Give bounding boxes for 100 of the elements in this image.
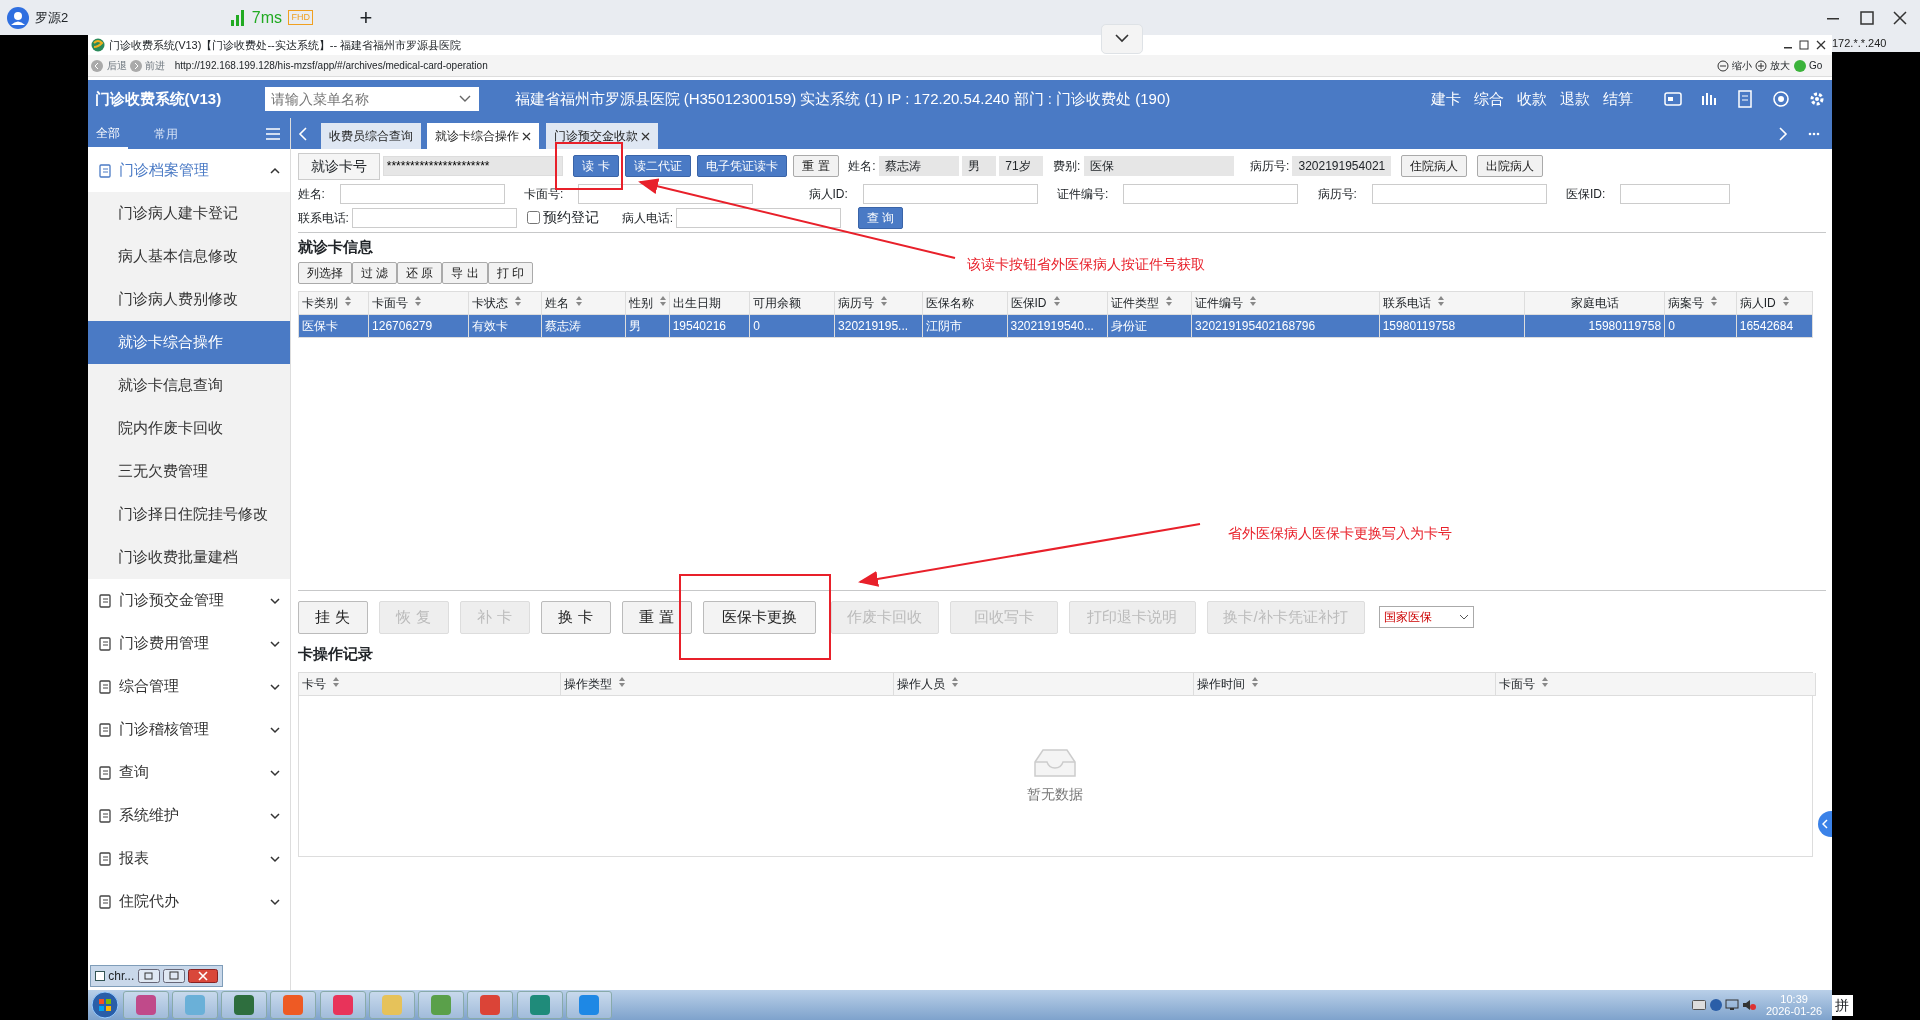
card-action-button[interactable]: 读 卡 xyxy=(573,155,619,178)
patient-filter-button[interactable]: 出院病人 xyxy=(1476,155,1543,178)
toolbar-button[interactable]: 列选择 xyxy=(297,262,352,284)
sort-icon[interactable] xyxy=(1249,294,1258,307)
column-header[interactable]: 可用余额 xyxy=(749,291,835,314)
column-header[interactable]: 出生日期 xyxy=(669,291,750,314)
volume-muted-icon[interactable] xyxy=(1742,999,1757,1011)
column-header[interactable]: 医保ID xyxy=(1007,291,1108,314)
taskbar-app-icon[interactable] xyxy=(368,991,415,1019)
card-action-button[interactable]: 读二代证 xyxy=(624,155,691,178)
maximize-icon[interactable] xyxy=(162,969,185,983)
sort-icon[interactable] xyxy=(1052,294,1061,307)
input-field[interactable] xyxy=(339,183,505,204)
sort-icon[interactable] xyxy=(951,676,959,689)
table-row[interactable]: 医保卡 126706279 有效卡 蔡志涛 男 19540216 0 320219195... 江阴市 32021919540... 身份证 320219195402168796 15980119758 15980119758 0 16542684 xyxy=(298,314,1812,337)
sort-icon[interactable] xyxy=(618,676,626,689)
back-button[interactable]: 后退 xyxy=(106,58,127,73)
card-icon[interactable] xyxy=(1663,90,1682,108)
chevron-right-icon[interactable] xyxy=(1778,127,1789,141)
go-button[interactable]: Go xyxy=(1808,58,1823,73)
column-header[interactable]: 病案号 xyxy=(1664,291,1737,314)
sidebar-item[interactable]: 门诊病人建卡登记 xyxy=(88,192,290,235)
keyboard-icon[interactable] xyxy=(1692,1000,1707,1010)
card-action-button[interactable]: 电子凭证读卡 xyxy=(697,155,788,178)
card-operation-button[interactable]: 挂 失 xyxy=(297,600,368,634)
sort-icon[interactable] xyxy=(1541,676,1549,689)
close-icon[interactable] xyxy=(188,969,218,983)
close-icon[interactable] xyxy=(640,131,650,141)
taskbar-app-icon[interactable] xyxy=(171,991,218,1019)
column-header[interactable]: 操作人员 xyxy=(893,673,1194,696)
taskbar-app-icon[interactable] xyxy=(516,991,563,1019)
taskbar-app-icon[interactable] xyxy=(221,991,267,1019)
header-action-link[interactable]: 综合 xyxy=(1473,87,1504,111)
header-action-link[interactable]: 建卡 xyxy=(1430,87,1461,111)
restore-icon[interactable] xyxy=(137,969,160,983)
input-field[interactable] xyxy=(352,207,518,228)
header-action-link[interactable]: 结算 xyxy=(1602,87,1633,111)
toolbar-button[interactable]: 打 印 xyxy=(487,262,533,284)
zoom-in-icon[interactable] xyxy=(1755,59,1768,72)
sidebar-item[interactable]: 就诊卡信息查询 xyxy=(88,364,290,407)
column-header[interactable]: 操作时间 xyxy=(1193,673,1496,696)
header-action-link[interactable]: 收款 xyxy=(1516,87,1547,111)
taskbar-app-icon[interactable] xyxy=(122,991,169,1019)
close-icon[interactable] xyxy=(522,131,532,141)
document-icon[interactable] xyxy=(1735,90,1754,108)
column-header[interactable]: 性别 xyxy=(625,291,670,314)
sidebar-item[interactable]: 门诊收费批量建档 xyxy=(88,536,290,579)
close-icon[interactable] xyxy=(1815,40,1826,50)
query-button[interactable]: 查 询 xyxy=(857,206,904,229)
sort-icon[interactable] xyxy=(574,294,583,307)
appointment-checkbox[interactable] xyxy=(526,211,540,225)
address-text[interactable]: http://192.168.199.128/his-mzsf/app/#/archives/medical-card-operation xyxy=(174,58,488,73)
page-tab[interactable]: 就诊卡综合操作 xyxy=(427,123,540,149)
sort-icon[interactable] xyxy=(1710,294,1719,307)
card-number-field[interactable]: ********************** xyxy=(382,156,563,177)
toolbar-button[interactable]: 导 出 xyxy=(442,262,488,284)
column-header[interactable]: 卡面号 xyxy=(368,291,469,314)
new-tab-button[interactable]: + xyxy=(359,6,373,29)
sidebar-item[interactable]: 就诊卡综合操作 xyxy=(88,321,290,364)
maximize-icon[interactable] xyxy=(1799,40,1809,50)
menu-icon[interactable] xyxy=(266,128,280,140)
column-header[interactable]: 病历号 xyxy=(834,291,923,314)
sort-icon[interactable] xyxy=(343,294,352,307)
toolbar-button[interactable]: 还 原 xyxy=(396,262,443,284)
taskbar-app-icon[interactable] xyxy=(467,991,514,1019)
column-header[interactable]: 联系电话 xyxy=(1379,291,1525,314)
input-field[interactable] xyxy=(1620,183,1730,204)
column-header[interactable]: 证件编号 xyxy=(1191,291,1380,314)
zoom-in-button[interactable]: 放大 xyxy=(1770,58,1791,73)
sort-icon[interactable] xyxy=(1781,294,1790,307)
page-tab[interactable]: 门诊预交金收款 xyxy=(545,123,658,149)
card-operation-button[interactable]: 重 置 xyxy=(621,600,692,634)
more-icon[interactable] xyxy=(1807,132,1820,136)
help-icon[interactable] xyxy=(1709,999,1722,1011)
taskbar-app-icon[interactable] xyxy=(270,991,317,1019)
collapse-toolbar-button[interactable] xyxy=(1100,24,1143,54)
forward-button[interactable]: 前进 xyxy=(145,58,165,73)
sort-icon[interactable] xyxy=(513,294,522,307)
card-operation-button[interactable]: 换 卡 xyxy=(540,600,611,634)
minimized-window[interactable]: chr... xyxy=(90,965,223,987)
taskbar-app-icon[interactable] xyxy=(319,991,366,1019)
sort-icon[interactable] xyxy=(1165,294,1174,307)
maximize-icon[interactable] xyxy=(1859,10,1874,25)
sort-icon[interactable] xyxy=(1436,294,1445,307)
input-field[interactable] xyxy=(1371,183,1547,204)
page-tab[interactable]: 收费员综合查询 xyxy=(320,123,421,149)
card-operation-button[interactable]: 医保卡更换 xyxy=(702,600,816,634)
column-header[interactable]: 证件类型 xyxy=(1107,291,1192,314)
column-header[interactable]: 病人ID xyxy=(1736,291,1812,314)
header-action-link[interactable]: 退款 xyxy=(1559,87,1590,111)
insurance-select[interactable]: 国家医保 xyxy=(1378,606,1474,628)
sidebar-item[interactable]: 门诊病人费别修改 xyxy=(88,278,290,321)
sort-icon[interactable] xyxy=(1251,676,1259,689)
menu-search-field[interactable]: 请输入菜单名称 xyxy=(264,87,479,111)
column-header[interactable]: 医保名称 xyxy=(922,291,1007,314)
column-header[interactable]: 姓名 xyxy=(541,291,626,314)
chevron-down-icon[interactable] xyxy=(458,95,471,103)
go-icon[interactable] xyxy=(1793,59,1806,72)
ime-indicator[interactable]: 拼 xyxy=(1832,994,1853,1016)
input-field[interactable] xyxy=(1123,183,1298,204)
